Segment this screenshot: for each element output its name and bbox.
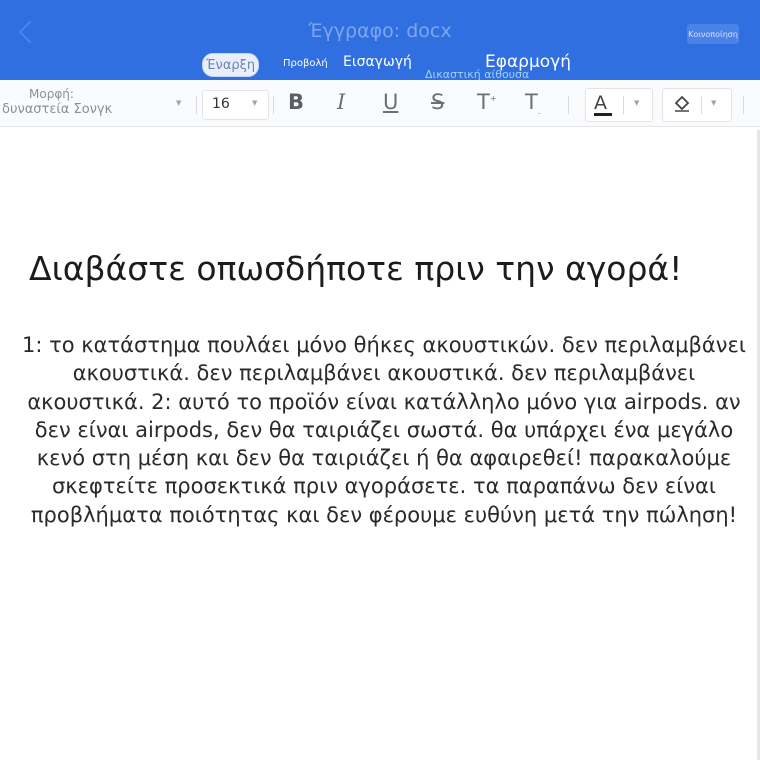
font-color-icon: A [594,92,607,114]
toolbar-divider [568,96,569,114]
toolbar-divider [623,96,624,114]
body-line: 1: το κατάστημα πουλάει μόνο θήκες ακουσ… [22,333,746,357]
body-line: προβλήματα ποιότητας και δεν φέρουμε ευθ… [30,502,738,527]
toolbar-divider [701,96,702,114]
body-line: κενό στη μέση και δεν θα ταιριάζει ή θα … [36,446,732,471]
tab-view[interactable]: Προβολή [283,58,328,69]
chevron-down-icon[interactable]: ▼ [634,99,639,107]
tab-home[interactable]: Έναρξη [202,53,259,77]
italic-button[interactable]: I [337,90,345,114]
font-color-swatch [594,113,612,116]
chevron-down-icon[interactable]: ▼ [252,99,257,107]
underline-button[interactable]: U [383,90,398,114]
body-line: ακουστικά. δεν περιλαμβάνει ακουστικά. δ… [72,361,696,386]
paint-bucket-icon [674,95,690,112]
toolbar-divider [196,96,197,114]
tab-insert[interactable]: Εισαγωγή [343,54,412,70]
toolbar-divider [743,96,744,114]
superscript-button[interactable]: T+ [477,90,497,114]
font-size-value: 16 [212,96,230,112]
body-line: ακουστικά. 2: αυτό το προϊόν είναι κατάλ… [27,389,741,414]
strikethrough-button[interactable]: S [431,90,444,114]
share-button[interactable]: Κοινοποίηση [687,24,739,44]
body-line: σκεφτείτε προσεκτικά πριν αγοράσετε. τα … [52,474,716,499]
toolbar-divider [273,96,274,114]
chevron-down-icon[interactable]: ▼ [176,99,181,107]
tab-apply[interactable]: Εφαρμογή [485,52,571,72]
app-header: Έγγραφο: docx Κοινοποίηση Έναρξη Προβολή… [0,0,760,81]
document-body[interactable]: 1: το κατάστημα πουλάει μόνο θήκες ακουσ… [14,331,754,529]
document-title: Έγγραφο: docx [308,20,452,42]
font-family-value: δυναστεία Σονγκ [2,102,113,117]
subscript-button[interactable]: T. [525,90,540,116]
superscript-glyph: T [477,90,490,114]
chevron-down-icon[interactable]: ▼ [711,99,716,107]
subscript-glyph: T [525,90,538,114]
document-heading: Διαβάστε οπωσδήποτε πριν την αγορά! [29,249,683,288]
body-line: δεν είναι airpods, δεν θα ταιριάζει σωστ… [34,417,734,442]
bold-button[interactable]: B [288,90,304,114]
